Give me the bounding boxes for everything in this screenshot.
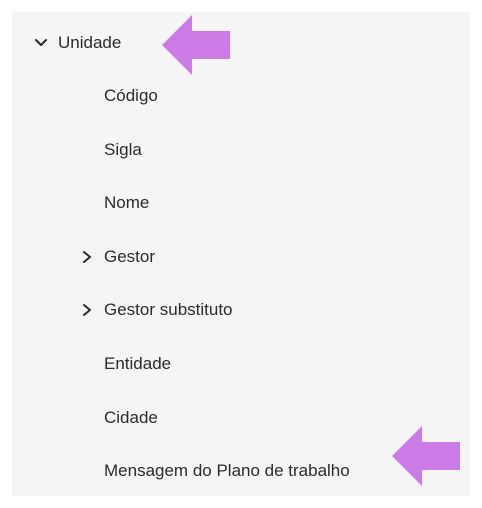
chevron-right-icon[interactable]: [80, 303, 94, 317]
tree-node-label: Mensagem do Plano de trabalho: [104, 461, 350, 480]
tree-node-gestor[interactable]: Gestor: [80, 242, 155, 272]
tree-node-nome[interactable]: Nome: [104, 188, 149, 218]
tree-node-label: Cidade: [104, 408, 158, 427]
tree-node-gestor-substituto[interactable]: Gestor substituto: [80, 295, 233, 325]
tree-node-codigo[interactable]: Código: [104, 81, 158, 111]
tree-node-entidade[interactable]: Entidade: [104, 349, 171, 379]
tree-node-label: Gestor: [104, 247, 156, 266]
tree-node-label: Gestor substituto: [104, 300, 233, 319]
tree-node-mensagem-plano-trabalho[interactable]: Mensagem do Plano de trabalho: [104, 456, 350, 486]
tree-node-label: Sigla: [104, 140, 142, 159]
tree-node-cidade[interactable]: Cidade: [104, 403, 158, 433]
tree-panel: Unidade Código Sigla Nome Gestor Gestor …: [12, 12, 470, 496]
tree-node-label: Unidade: [58, 33, 122, 52]
chevron-right-icon[interactable]: [80, 250, 94, 264]
tree-node-label: Código: [104, 86, 158, 105]
tree-node-sigla[interactable]: Sigla: [104, 135, 142, 165]
tree-node-unidade[interactable]: Unidade: [34, 28, 121, 58]
chevron-down-icon[interactable]: [34, 36, 48, 50]
tree-node-label: Entidade: [104, 354, 172, 373]
annotation-arrow-icon: [392, 426, 460, 486]
tree-node-label: Nome: [104, 193, 150, 212]
annotation-arrow-icon: [162, 15, 230, 75]
